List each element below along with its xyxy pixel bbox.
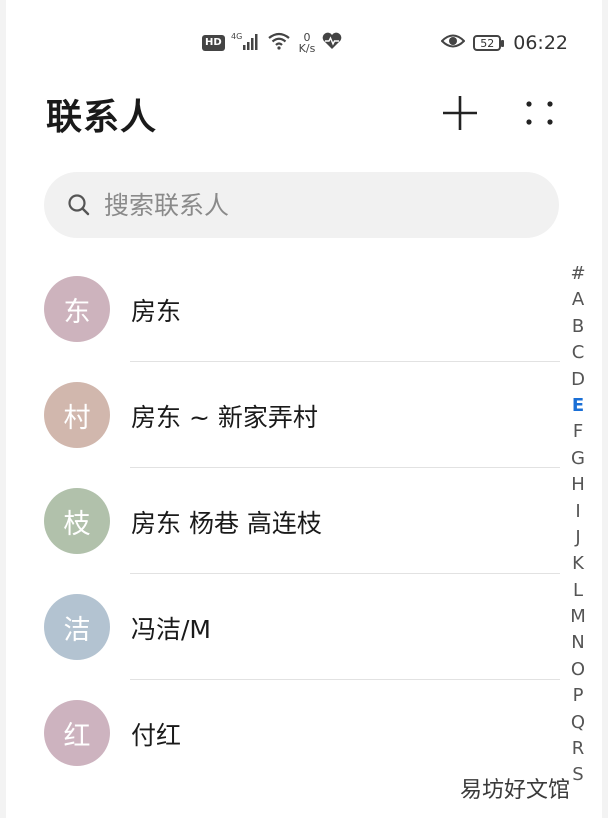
alphabet-index[interactable]: # A B C D E F G H I J K L M N O P Q R S — [566, 261, 590, 789]
index-letter[interactable]: K — [566, 551, 590, 577]
status-bar-indicators: HD 4G 0 K/s — [202, 28, 343, 58]
index-letter[interactable]: R — [566, 736, 590, 762]
index-letter[interactable]: Q — [566, 710, 590, 736]
screen-right-edge — [602, 0, 608, 818]
contact-name: 付红 — [131, 721, 182, 750]
network-speed: 0 K/s — [299, 32, 316, 54]
search-bar[interactable] — [44, 172, 559, 238]
index-letter[interactable]: P — [566, 683, 590, 709]
contact-name: 冯洁/M — [131, 615, 211, 644]
index-letter[interactable]: A — [566, 287, 590, 313]
index-letter[interactable]: M — [566, 604, 590, 630]
contact-row[interactable]: 东 房东 — [0, 256, 560, 362]
status-bar: HD 4G 0 K/s 52 06:22 — [0, 22, 608, 62]
contact-list: 东 房东 村 房东 ~ 新家弄村 枝 房东 杨巷 高连枝 洁 冯洁/M 红 付红 — [0, 256, 560, 786]
contact-name: 房东 杨巷 高连枝 — [131, 509, 322, 538]
avatar: 枝 — [44, 488, 110, 554]
contact-row[interactable]: 村 房东 ~ 新家弄村 — [0, 362, 560, 468]
wifi-icon — [267, 31, 291, 55]
index-letter[interactable]: # — [566, 261, 590, 287]
battery-level: 52 — [480, 36, 495, 50]
network-type-label: 4G — [231, 32, 242, 41]
status-bar-right: 52 06:22 — [440, 28, 568, 58]
more-dots-icon — [526, 101, 553, 125]
avatar: 东 — [44, 276, 110, 342]
index-letter[interactable]: E — [566, 393, 590, 419]
index-letter[interactable]: I — [566, 499, 590, 525]
health-heart-icon — [321, 31, 343, 55]
index-letter[interactable]: F — [566, 419, 590, 445]
contact-name: 房东 ~ 新家弄村 — [131, 403, 318, 432]
index-letter[interactable]: O — [566, 657, 590, 683]
search-icon — [68, 194, 90, 216]
index-letter[interactable]: B — [566, 314, 590, 340]
index-letter[interactable]: L — [566, 578, 590, 604]
search-input[interactable] — [102, 189, 526, 221]
avatar: 红 — [44, 700, 110, 766]
page-title: 联系人 — [46, 97, 158, 138]
contact-row[interactable]: 洁 冯洁/M — [0, 574, 560, 680]
index-letter[interactable]: H — [566, 472, 590, 498]
index-letter[interactable]: G — [566, 446, 590, 472]
contact-row[interactable]: 枝 房东 杨巷 高连枝 — [0, 468, 560, 574]
avatar: 村 — [44, 382, 110, 448]
index-letter[interactable]: N — [566, 630, 590, 656]
plus-icon — [443, 96, 477, 130]
signal-icon: 4G — [231, 31, 261, 55]
index-letter[interactable]: C — [566, 340, 590, 366]
add-contact-button[interactable] — [440, 92, 480, 132]
battery-icon: 52 — [473, 35, 505, 51]
avatar: 洁 — [44, 594, 110, 660]
index-letter[interactable]: J — [566, 525, 590, 551]
watermark: 易坊好文馆 — [460, 778, 571, 803]
status-time: 06:22 — [513, 32, 568, 54]
more-options-button[interactable] — [520, 92, 560, 132]
hd-badge: HD — [202, 35, 225, 51]
index-letter[interactable]: D — [566, 367, 590, 393]
eye-comfort-icon — [440, 32, 466, 54]
network-speed-unit: K/s — [298, 42, 316, 55]
contact-name: 房东 — [131, 297, 182, 326]
contact-row[interactable]: 红 付红 — [0, 680, 560, 786]
